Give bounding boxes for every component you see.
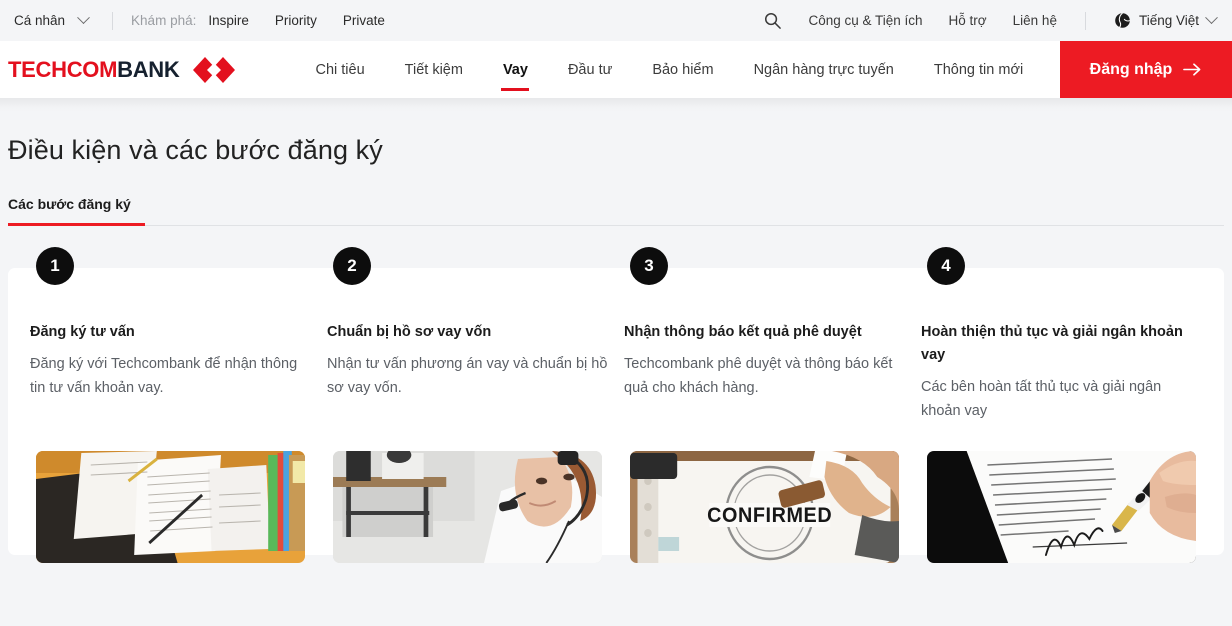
tab-rule bbox=[8, 225, 1224, 226]
step-description: Các bên hoàn tất thủ tục và giải ngân kh… bbox=[921, 379, 1162, 419]
nav-item-dau-tu[interactable]: Đầu tư bbox=[548, 41, 632, 98]
step-item: 1 Đăng ký tư vấn Đăng ký với Techcombank… bbox=[22, 247, 319, 563]
logo-text-bank: BANK bbox=[117, 56, 180, 82]
utility-bar: Cá nhân Khám phá: Inspire Priority Priva… bbox=[0, 0, 1232, 41]
step-item: 3 Nhận thông báo kết quả phê duyệt Techc… bbox=[616, 247, 913, 563]
nav-label: Tiết kiệm bbox=[404, 61, 463, 78]
tab-bar: Các bước đăng ký bbox=[8, 196, 1224, 226]
nav-item-thong-tin-moi[interactable]: Thông tin mới bbox=[914, 41, 1043, 98]
language-selector[interactable]: Tiếng Việt bbox=[1114, 11, 1218, 29]
utility-right-group: Công cụ & Tiện ích Hỗ trợ Liên hệ Tiếng … bbox=[763, 11, 1218, 30]
login-button-label: Đăng nhập bbox=[1089, 60, 1173, 78]
chevron-down-icon bbox=[1205, 11, 1218, 25]
search-icon[interactable] bbox=[763, 11, 782, 30]
arrow-right-icon bbox=[1183, 62, 1202, 77]
nav-item-vay[interactable]: Vay bbox=[483, 41, 548, 98]
explore-label: Khám phá: bbox=[131, 13, 197, 28]
nav-label: Vay bbox=[502, 61, 528, 78]
step-number-badge: 3 bbox=[630, 247, 668, 285]
techcombank-logo[interactable]: TECHCOMBANK bbox=[0, 41, 247, 98]
utility-link-tools[interactable]: Công cụ & Tiện ích bbox=[808, 13, 922, 28]
step-description: Đăng ký với Techcombank để nhận thông ti… bbox=[30, 356, 298, 396]
stamp-text: CONFIRMED bbox=[707, 505, 832, 528]
step-number-badge: 2 bbox=[333, 247, 371, 285]
call-center-agent-photo bbox=[333, 451, 602, 563]
page-content: Điều kiện và các bước đăng ký Các bước đ… bbox=[0, 112, 1232, 563]
language-label: Tiếng Việt bbox=[1138, 13, 1199, 28]
step-title: Đăng ký tư vấn bbox=[30, 324, 135, 340]
nav-item-chi-tieu[interactable]: Chi tiêu bbox=[295, 41, 384, 98]
main-navigation: TECHCOMBANK Chi tiêu Tiết kiệm Vay Đầu t… bbox=[0, 41, 1232, 98]
signing-contract-photo bbox=[927, 451, 1196, 563]
step-description: Techcombank phê duyệt và thông báo kết q… bbox=[624, 356, 893, 396]
nav-label: Chi tiêu bbox=[315, 61, 365, 78]
nav-item-tiet-kiem[interactable]: Tiết kiệm bbox=[385, 41, 483, 98]
explore-link-priority[interactable]: Priority bbox=[275, 13, 317, 28]
globe-icon bbox=[1114, 12, 1131, 29]
step-number-badge: 1 bbox=[36, 247, 74, 285]
step-description: Nhận tư vấn phương án vay và chuẩn bị hồ… bbox=[327, 356, 608, 396]
login-button[interactable]: Đăng nhập bbox=[1060, 41, 1232, 98]
divider bbox=[1084, 11, 1086, 30]
documents-on-desk-photo bbox=[36, 451, 305, 563]
persona-label: Cá nhân bbox=[14, 13, 66, 28]
nav-label: Đầu tư bbox=[567, 61, 613, 78]
utility-link-support[interactable]: Hỗ trợ bbox=[949, 13, 987, 28]
step-item: 4 Hoàn thiện thủ tục và giải ngân khoản … bbox=[913, 247, 1210, 563]
utility-link-contact[interactable]: Liên hệ bbox=[1013, 13, 1057, 28]
explore-links: Inspire Priority Private bbox=[208, 13, 385, 28]
nav-item-ngan-hang-truc-tuyen[interactable]: Ngân hàng trực tuyến bbox=[734, 41, 914, 98]
nav-item-bao-hiem[interactable]: Bảo hiểm bbox=[632, 41, 733, 98]
logo-text-techcom: TECHCOM bbox=[8, 56, 118, 82]
tab-cac-buoc-dang-ky[interactable]: Các bước đăng ký bbox=[8, 196, 131, 222]
divider bbox=[112, 11, 114, 30]
step-item: 2 Chuẩn bị hồ sơ vay vốn Nhận tư vấn phư… bbox=[319, 247, 616, 563]
page-title: Điều kiện và các bước đăng ký bbox=[8, 135, 383, 165]
steps-card: 1 Đăng ký tư vấn Đăng ký với Techcombank… bbox=[8, 247, 1224, 563]
confirmed-stamp-photo: CONFIRMED bbox=[630, 451, 899, 563]
tab-active-indicator bbox=[8, 223, 145, 226]
logo-wordmark: TECHCOMBANK bbox=[8, 56, 180, 83]
step-title: Chuẩn bị hồ sơ vay vốn bbox=[327, 324, 492, 340]
nav-label: Thông tin mới bbox=[933, 61, 1024, 78]
explore-link-inspire[interactable]: Inspire bbox=[208, 13, 249, 28]
chevron-down-icon bbox=[77, 11, 90, 25]
step-title: Hoàn thiện thủ tục và giải ngân khoản va… bbox=[921, 324, 1183, 364]
step-title: Nhận thông báo kết quả phê duyệt bbox=[624, 324, 862, 340]
nav-label: Ngân hàng trực tuyến bbox=[753, 61, 894, 78]
step-number-badge: 4 bbox=[927, 247, 965, 285]
persona-selector[interactable]: Cá nhân bbox=[8, 11, 94, 28]
techcombank-diamonds-icon bbox=[191, 55, 237, 85]
nav-links: Chi tiêu Tiết kiệm Vay Đầu tư Bảo hiểm N… bbox=[247, 41, 1060, 98]
nav-label: Bảo hiểm bbox=[652, 61, 714, 78]
explore-link-private[interactable]: Private bbox=[343, 13, 385, 28]
nav-shadow bbox=[0, 98, 1232, 112]
